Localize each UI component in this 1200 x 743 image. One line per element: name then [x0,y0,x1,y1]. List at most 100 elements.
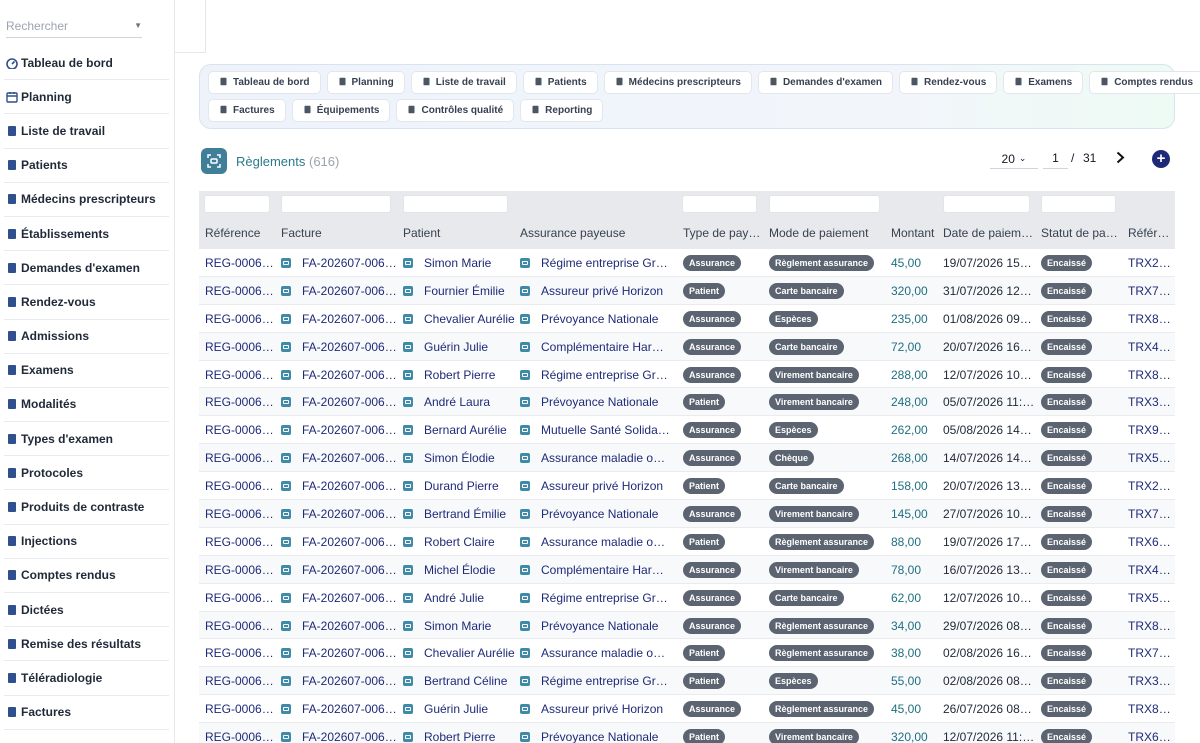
table-cell[interactable]: Régime entreprise Gro… [520,249,670,277]
table-row[interactable]: REG-000656 FA-202607-00656 Bernard Aurélie… [199,416,1175,445]
table-cell[interactable]: Bertrand Émilie [403,500,515,528]
open-link-icon[interactable] [281,648,291,659]
open-link-icon[interactable] [520,592,530,603]
table-cell[interactable]: Robert Claire [403,528,515,556]
column-header[interactable]: Mode de paiement [769,226,884,240]
sidebar-item-7[interactable]: Rendez-vous [4,285,169,320]
open-link-icon[interactable] [403,676,413,687]
open-link-icon[interactable] [403,620,413,631]
table-cell[interactable]: FA-202607-00648 [281,639,397,667]
table-cell[interactable]: Chevalier Aurélie [403,639,515,667]
table-cell[interactable]: Simon Marie [403,612,515,640]
table-cell[interactable]: Assurance maladie obli… [520,444,670,472]
table-cell[interactable]: FA-202607-00662 [281,277,397,305]
open-link-icon[interactable] [281,397,291,408]
open-link-icon[interactable] [281,341,291,352]
open-link-icon[interactable] [520,536,530,547]
table-cell[interactable]: FA-202607-00651 [281,556,397,584]
table-cell[interactable]: Prévoyance Nationale [520,723,670,743]
table-row[interactable]: REG-000658 FA-202607-00658 Robert Pierre Ré… [199,361,1175,389]
open-link-icon[interactable] [403,704,413,715]
open-link-icon[interactable] [281,508,291,519]
column-filter-input[interactable] [769,195,880,213]
sidebar-item-13[interactable]: Produits de contraste [4,490,169,525]
table-cell[interactable]: Régime entreprise Gro… [520,361,670,389]
open-link-icon[interactable] [281,453,291,464]
table-cell[interactable]: FA-202607-00656 [281,416,397,444]
table-cell[interactable]: FA-202607-00650 [281,584,397,612]
table-row[interactable]: REG-000654 FA-202607-00654 Durand Pierre As… [199,472,1175,501]
table-cell[interactable]: Assureur privé Horizon [520,472,670,500]
page-number-input[interactable]: 1 [1043,149,1068,169]
column-filter-input[interactable] [1041,195,1116,213]
quick-nav-button[interactable]: Planning [326,71,405,94]
open-link-icon[interactable] [403,564,413,575]
table-cell[interactable]: Bernard Aurélie [403,416,515,444]
table-cell[interactable]: Fournier Émilie [403,277,515,305]
open-link-icon[interactable] [281,369,291,380]
column-header[interactable]: Référence [205,226,275,240]
quick-nav-button[interactable]: Équipements [291,99,391,122]
open-link-icon[interactable] [520,313,530,324]
table-row[interactable]: REG-000647 FA-202607-00647 Bertrand Céline… [199,667,1175,696]
column-filter-input[interactable] [204,195,270,213]
open-link-icon[interactable] [403,592,413,603]
sidebar-item-18[interactable]: Téléradiologie [4,661,169,696]
open-link-icon[interactable] [403,453,413,464]
sidebar-item-12[interactable]: Protocoles [4,456,169,491]
table-row[interactable]: REG-000648 FA-202607-00648 Chevalier Aurél… [199,639,1175,668]
table-cell[interactable]: Bertrand Céline [403,667,515,695]
table-row[interactable]: REG-000663 FA-202607-00663 Simon Marie Régi… [199,249,1175,277]
open-link-icon[interactable] [403,285,413,296]
column-filter-input[interactable] [682,195,757,213]
sidebar-item-0[interactable]: Tableau de bord [4,46,169,81]
open-link-icon[interactable] [520,285,530,296]
open-link-icon[interactable] [520,257,530,268]
table-cell[interactable]: Complémentaire Harm… [520,556,670,584]
table-cell[interactable]: FA-202607-00649 [281,612,397,640]
sidebar-item-1[interactable]: Planning [4,80,169,115]
quick-nav-button[interactable]: Patients [522,71,598,94]
quick-nav-button[interactable]: Reporting [520,99,604,122]
open-link-icon[interactable] [281,285,291,296]
table-cell[interactable]: Régime entreprise Gro… [520,584,670,612]
open-link-icon[interactable] [281,425,291,436]
open-link-icon[interactable] [403,425,413,436]
table-cell[interactable]: FA-202607-00655 [281,444,397,472]
open-link-icon[interactable] [403,648,413,659]
column-header[interactable]: Date de paiem… [943,226,1035,240]
open-link-icon[interactable] [403,257,413,268]
open-link-icon[interactable] [403,341,413,352]
open-link-icon[interactable] [520,620,530,631]
table-cell[interactable]: Simon Élodie [403,444,515,472]
open-link-icon[interactable] [520,369,530,380]
quick-nav-button[interactable]: Médecins prescripteurs [603,71,752,94]
open-link-icon[interactable] [520,704,530,715]
search-select[interactable]: Rechercher ▼ [6,14,142,38]
table-cell[interactable]: FA-202607-00653 [281,500,397,528]
table-row[interactable]: REG-000645 FA-202607-00645 Robert Pierre Pr… [199,723,1175,743]
table-cell[interactable]: Michel Élodie [403,556,515,584]
open-link-icon[interactable] [281,676,291,687]
open-link-icon[interactable] [281,732,291,743]
open-link-icon[interactable] [403,508,413,519]
table-row[interactable]: REG-000662 FA-202607-00662 Fournier Émilie… [199,276,1175,305]
column-header[interactable]: Facture [281,226,397,240]
table-row[interactable]: REG-000655 FA-202607-00655 Simon Élodie Ass… [199,444,1175,473]
open-link-icon[interactable] [520,508,530,519]
sidebar-item-17[interactable]: Remise des résultats [4,627,169,662]
table-row[interactable]: REG-000653 FA-202607-00653 Bertrand Émilie… [199,500,1175,528]
table-row[interactable]: REG-000652 FA-202607-00652 Robert Claire As… [199,528,1175,556]
add-payment-button[interactable]: + [1152,150,1170,168]
table-cell[interactable]: Prévoyance Nationale [520,500,670,528]
table-row[interactable]: REG-000649 FA-202607-00649 Simon Marie Prév… [199,611,1175,640]
table-cell[interactable]: Assurance maladie obli… [520,528,670,556]
open-link-icon[interactable] [281,704,291,715]
table-cell[interactable]: FA-202607-00663 [281,249,397,277]
quick-nav-button[interactable]: Factures [208,99,286,122]
table-cell[interactable]: Assureur privé Horizon [520,695,670,723]
table-row[interactable]: REG-000651 FA-202607-00651 Michel Élodie Co… [199,555,1175,584]
table-cell[interactable]: Complémentaire Harm… [520,333,670,361]
open-link-icon[interactable] [520,425,530,436]
sidebar-item-15[interactable]: Comptes rendus [4,559,169,593]
